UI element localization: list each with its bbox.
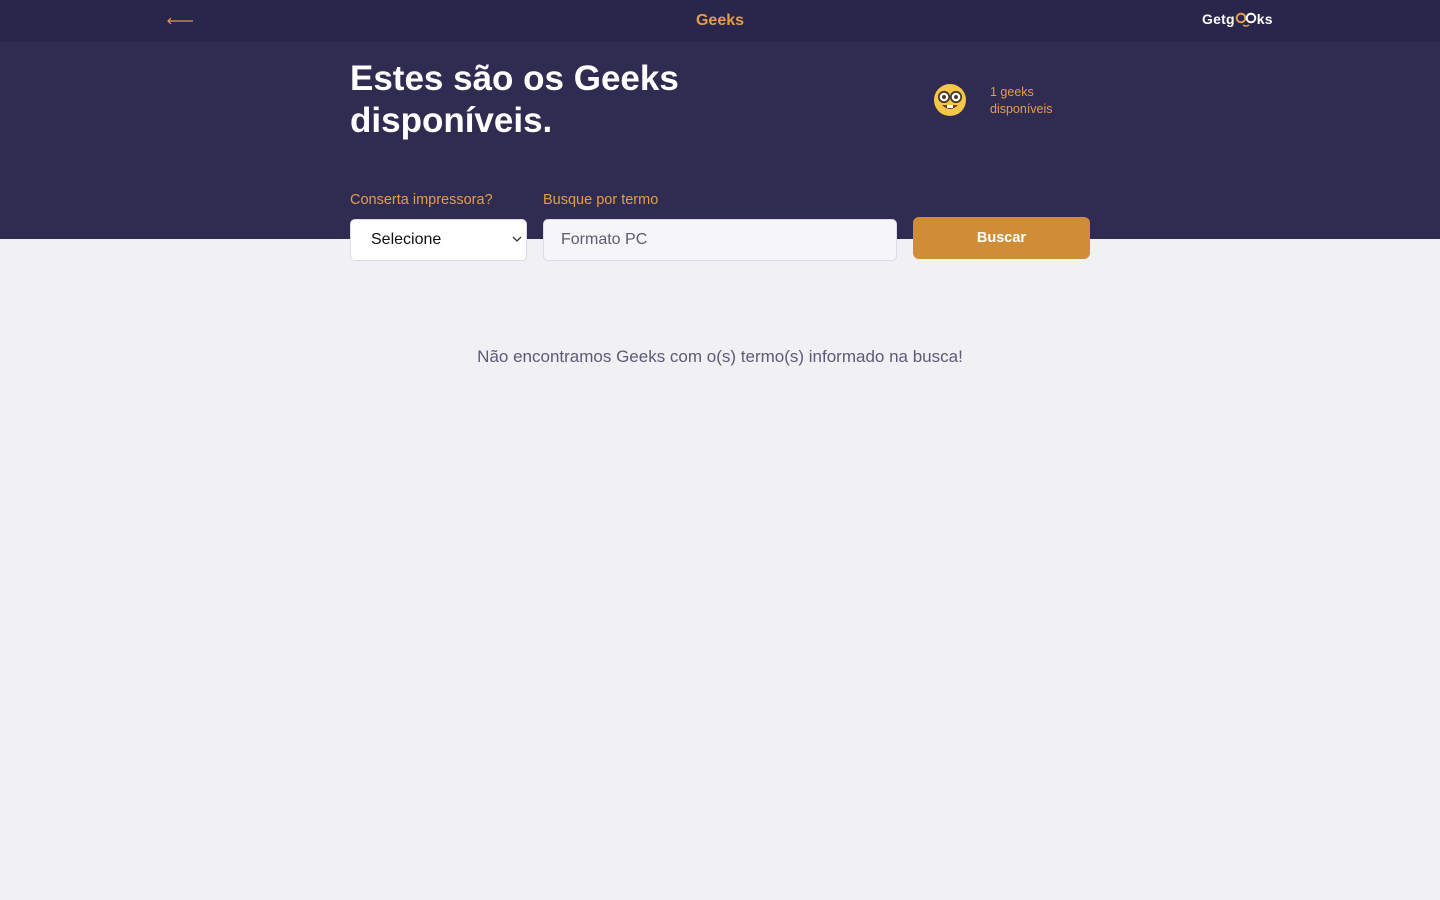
geeks-count: 1 geeks disponíveis bbox=[990, 84, 1053, 118]
search-input[interactable] bbox=[543, 219, 897, 261]
empty-results-message: Não encontramos Geeks com o(s) termo(s) … bbox=[477, 347, 963, 366]
search-button[interactable]: Buscar bbox=[913, 217, 1090, 259]
hero-heading-line1: Estes são os Geeks bbox=[350, 59, 679, 98]
geeks-count-label: disponíveis bbox=[990, 102, 1053, 116]
hero-heading-line2: disponíveis. bbox=[350, 101, 553, 140]
printer-select-value: Selecione bbox=[371, 231, 442, 248]
logo-text-end: ks bbox=[1256, 11, 1273, 27]
nerd-face-icon bbox=[934, 84, 966, 116]
search-term-label: Busque por termo bbox=[543, 192, 659, 208]
getgeeks-logo[interactable]: Getg ks bbox=[1202, 11, 1273, 27]
logo-eyes-icon bbox=[1235, 11, 1257, 27]
hero-heading: Estes são os Geeks disponíveis. bbox=[350, 58, 790, 142]
chevron-down-icon bbox=[512, 236, 522, 242]
geeks-count-number: 1 geeks bbox=[990, 85, 1034, 99]
printer-select[interactable]: Selecione bbox=[350, 219, 527, 261]
logo-text-start: Getg bbox=[1202, 11, 1235, 27]
top-navbar: Geeks Getg ks bbox=[0, 0, 1440, 42]
printer-filter-label: Conserta impressora? bbox=[350, 192, 493, 208]
